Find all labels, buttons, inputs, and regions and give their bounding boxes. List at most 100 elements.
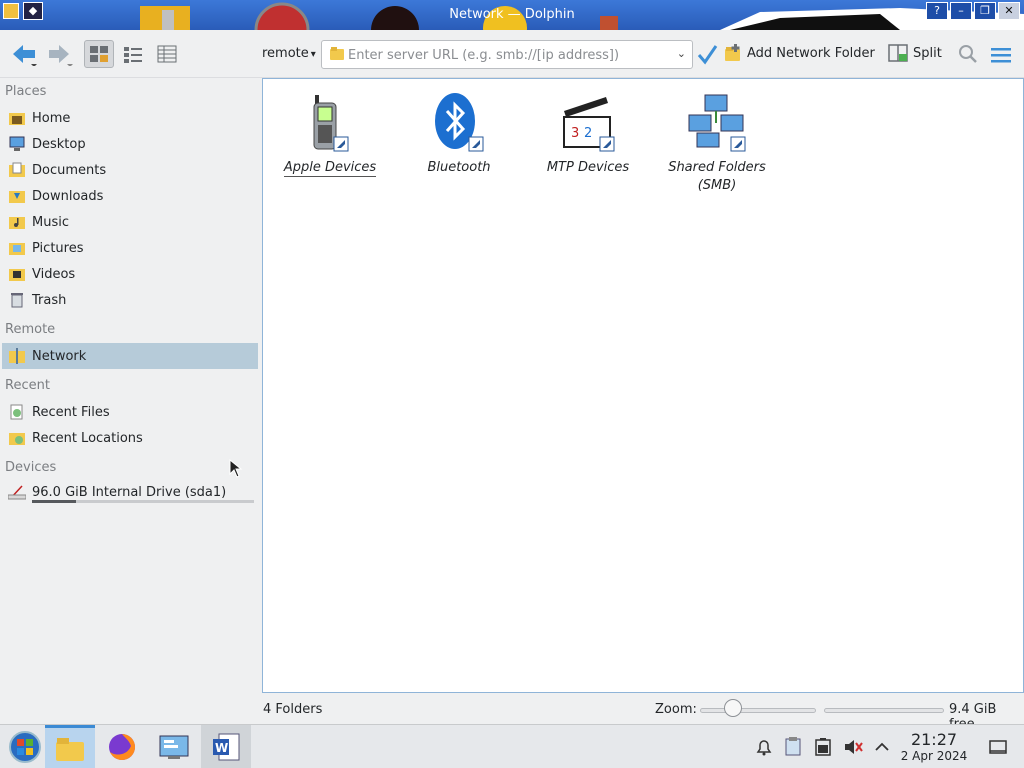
folder-item-label: Shared Folders	[668, 160, 766, 175]
folder-count: 4 Folders	[263, 702, 323, 717]
breadcrumb-remote[interactable]: remote ▾	[262, 46, 316, 61]
clipboard-manager-icon[interactable]	[784, 737, 802, 757]
svg-text:2: 2	[584, 126, 592, 141]
sidebar-item-recent-files[interactable]: Recent Files	[2, 399, 258, 425]
folder-item-label: MTP Devices	[546, 160, 630, 175]
sidebar-item-label: Downloads	[32, 188, 104, 204]
sidebar-item-trash[interactable]: Trash	[2, 287, 258, 313]
status-bar: 4 Folders Zoom: 9.4 GiB free	[0, 697, 1024, 732]
server-url-input[interactable]	[348, 45, 668, 65]
notifications-bell-icon[interactable]	[754, 737, 774, 757]
icons-view-button[interactable]	[84, 40, 114, 68]
taskbar-firefox[interactable]	[97, 725, 147, 768]
sidebar-item-documents[interactable]: Documents	[2, 157, 258, 183]
sidebar-item-desktop[interactable]: Desktop	[2, 131, 258, 157]
sidebar-item-downloads[interactable]: Downloads	[2, 183, 258, 209]
file-view[interactable]: Apple Devices Bluetooth 3 2 MTP Devices	[262, 78, 1024, 693]
folder-item[interactable]: Shared Folders (SMB)	[657, 87, 777, 195]
word-document-icon: W	[213, 733, 240, 761]
devices-header: Devices	[5, 460, 57, 475]
show-desktop-icon[interactable]	[988, 737, 1008, 757]
svg-text:W: W	[215, 741, 228, 755]
accept-checkmark-icon[interactable]	[696, 42, 718, 66]
folder-item-label: Apple Devices	[283, 160, 377, 177]
sidebar-item-videos[interactable]: Videos	[2, 261, 258, 287]
clock-date: 2 Apr 2024	[900, 749, 968, 763]
search-icon[interactable]	[958, 44, 978, 64]
chevron-up-icon[interactable]	[873, 737, 891, 757]
start-orb-icon	[9, 731, 41, 763]
desktop-icon	[8, 135, 26, 153]
downloads-folder-icon	[8, 187, 26, 205]
recent-header: Recent	[5, 378, 50, 393]
sidebar-item-label: 96.0 GiB Internal Drive (sda1)	[32, 484, 227, 500]
home-folder-icon	[8, 109, 26, 127]
icons-view-icon	[90, 46, 108, 62]
details-view-button[interactable]	[152, 40, 182, 68]
places-panel: Places Home Desktop Documents Downloads …	[0, 78, 262, 724]
window-titlebar[interactable]: ◆ Network — Dolphin ? – ❐ ✕	[0, 0, 1024, 30]
remote-header: Remote	[5, 322, 56, 337]
bluetooth-icon	[435, 93, 484, 152]
sidebar-item-label: Network	[32, 348, 87, 364]
url-bar[interactable]: ⌄	[321, 40, 693, 69]
sidebar-item-network[interactable]: Network	[2, 343, 258, 369]
volume-muted-icon[interactable]	[843, 737, 863, 757]
taskbar-file-manager[interactable]	[45, 725, 95, 768]
minimize-button[interactable]: –	[950, 2, 972, 20]
pictures-folder-icon	[8, 239, 26, 257]
folder-item-label: Bluetooth	[427, 160, 491, 175]
maximize-button[interactable]: ❐	[974, 2, 996, 20]
folder-item[interactable]: Bluetooth	[399, 87, 519, 177]
hamburger-menu-icon[interactable]	[990, 46, 1012, 64]
sidebar-item-label: Desktop	[32, 136, 86, 152]
sidebar-item-label: Home	[32, 110, 71, 126]
folder-item-label-line2: (SMB)	[697, 178, 737, 193]
system-settings-icon	[159, 735, 189, 759]
taskbar-system-settings[interactable]	[149, 725, 199, 768]
places-header: Places	[5, 84, 47, 99]
forward-arrow-icon	[49, 45, 73, 66]
main-toolbar: remote▾ ⌄ Add Network Folder Split	[0, 30, 1024, 78]
folder-icon	[56, 737, 84, 761]
close-button[interactable]: ✕	[998, 2, 1020, 20]
hard-drive-icon	[8, 483, 26, 501]
start-menu-button[interactable]	[0, 725, 50, 768]
battery-icon[interactable]	[814, 737, 832, 757]
folder-item[interactable]: Apple Devices	[270, 87, 390, 177]
forward-button[interactable]	[44, 40, 76, 68]
taskbar: W 21:27 2 Apr 2024	[0, 724, 1024, 768]
help-button[interactable]: ?	[926, 2, 948, 20]
folder-icon	[330, 47, 344, 60]
svg-text:3: 3	[571, 126, 579, 141]
folder-item[interactable]: 3 2 MTP Devices	[528, 87, 648, 177]
zoom-slider-handle[interactable]	[724, 699, 742, 717]
split-button[interactable]: Split	[888, 44, 942, 62]
window-title: Network — Dolphin	[449, 7, 575, 22]
compact-view-button[interactable]	[118, 40, 148, 68]
add-network-folder-button[interactable]: Add Network Folder	[724, 44, 875, 62]
network-folder-icon	[8, 347, 26, 365]
sidebar-item-recent-locations[interactable]: Recent Locations	[2, 425, 258, 451]
back-button[interactable]	[8, 40, 40, 68]
documents-folder-icon	[8, 161, 26, 179]
zoom-slider[interactable]	[700, 708, 816, 713]
network-computers-icon	[688, 94, 746, 152]
recent-locations-icon	[8, 429, 26, 447]
zoom-label: Zoom:	[655, 702, 697, 717]
clock-time: 21:27	[910, 730, 958, 749]
sidebar-item-label: Trash	[32, 292, 67, 308]
sidebar-item-music[interactable]: Music	[2, 209, 258, 235]
firefox-icon	[109, 734, 135, 760]
drive-usage-bar	[32, 500, 254, 503]
clapperboard-icon: 3 2	[563, 97, 615, 152]
details-view-icon	[157, 45, 177, 63]
sidebar-item-home[interactable]: Home	[2, 105, 258, 131]
taskbar-word-processor[interactable]: W	[201, 725, 251, 768]
sidebar-item-pictures[interactable]: Pictures	[2, 235, 258, 261]
chevron-down-icon[interactable]: ⌄	[677, 47, 686, 60]
split-label: Split	[913, 45, 942, 61]
system-clock[interactable]: 21:27 2 Apr 2024	[896, 730, 972, 764]
sidebar-item-label: Music	[32, 214, 69, 230]
sidebar-item-label: Recent Locations	[32, 430, 143, 446]
